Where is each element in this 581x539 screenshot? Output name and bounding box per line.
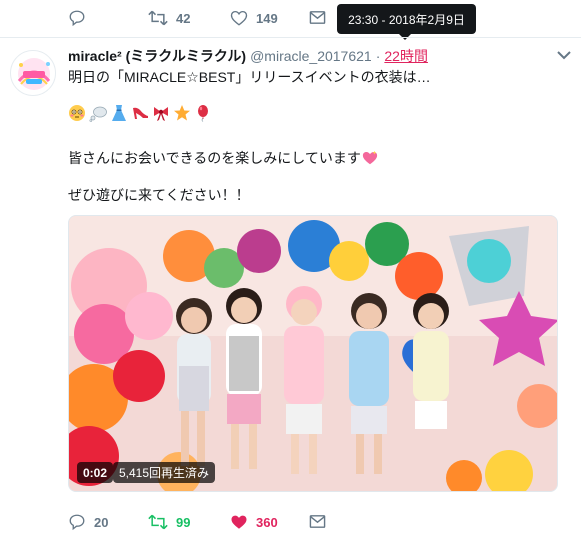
retweet-icon xyxy=(148,10,168,26)
timestamp-tooltip: 23:30 - 2018年2月9日 xyxy=(337,4,476,40)
emoji-row xyxy=(68,104,212,122)
dress-icon xyxy=(112,105,126,121)
heart-filled-icon xyxy=(231,515,247,529)
retweet-count: 99 xyxy=(176,514,191,530)
thought-bubble-icon xyxy=(89,106,107,122)
tweet-text-line-2-body: 皆さんにお会いできるのを楽しみにしています xyxy=(68,150,361,166)
video-player[interactable]: 0:02 5,415回再生済み xyxy=(68,215,558,492)
tweet-text-line-2: 皆さんにお会いできるのを楽しみにしています xyxy=(68,148,378,168)
retweet-icon xyxy=(148,514,168,530)
chevron-down-icon[interactable] xyxy=(557,50,571,60)
like-action[interactable]: 149 xyxy=(230,9,278,27)
dm-action[interactable] xyxy=(309,514,326,529)
balloon-icon xyxy=(198,105,208,122)
tweet-actions: 20 99 360 xyxy=(0,505,581,539)
video-duration: 0:02 xyxy=(77,462,114,483)
like-action[interactable]: 360 xyxy=(230,513,278,531)
ribbon-icon xyxy=(154,107,168,121)
retweet-action[interactable]: 99 xyxy=(148,513,190,531)
reply-icon xyxy=(69,514,85,531)
reply-action[interactable] xyxy=(68,9,86,27)
avatar-logo xyxy=(11,51,55,95)
like-count: 360 xyxy=(256,514,278,530)
high-heel-icon xyxy=(133,107,148,119)
dm-action[interactable] xyxy=(309,10,326,25)
tweet-divider xyxy=(0,37,581,38)
flushed-face-icon xyxy=(69,105,85,121)
handle[interactable]: @miracle_2017621 xyxy=(250,48,372,64)
star-icon xyxy=(174,105,190,121)
avatar[interactable] xyxy=(10,50,56,96)
reply-action[interactable]: 20 xyxy=(68,513,108,531)
envelope-icon xyxy=(309,515,326,528)
video-thumbnail xyxy=(69,216,557,491)
retweet-count: 42 xyxy=(176,10,191,26)
video-view-count: 5,415回再生済み xyxy=(113,462,216,483)
separator: · xyxy=(375,48,381,64)
like-count: 149 xyxy=(256,10,278,26)
heart-with-sparkle-icon xyxy=(362,150,378,165)
display-name[interactable]: miracle² (ミラクルミラクル) xyxy=(68,46,246,66)
heart-icon xyxy=(230,10,248,26)
reply-icon xyxy=(69,10,85,27)
tweet-header: miracle² (ミラクルミラクル) @miracle_2017621 · 2… xyxy=(68,46,548,66)
retweet-action[interactable]: 42 xyxy=(148,9,190,27)
tooltip-text: 23:30 - 2018年2月9日 xyxy=(348,12,465,27)
tweet-time-link[interactable]: 22時間 xyxy=(384,46,428,66)
envelope-icon xyxy=(309,11,326,24)
tweet-text-line-1: 明日の「MIRACLE☆BEST」リリースイベントの衣装は… xyxy=(68,69,431,85)
previous-tweet-actions: 42 149 xyxy=(0,0,581,36)
reply-count: 20 xyxy=(94,514,109,530)
tweet-text-line-3: ぜひ遊びに来てください！！ xyxy=(68,187,250,203)
